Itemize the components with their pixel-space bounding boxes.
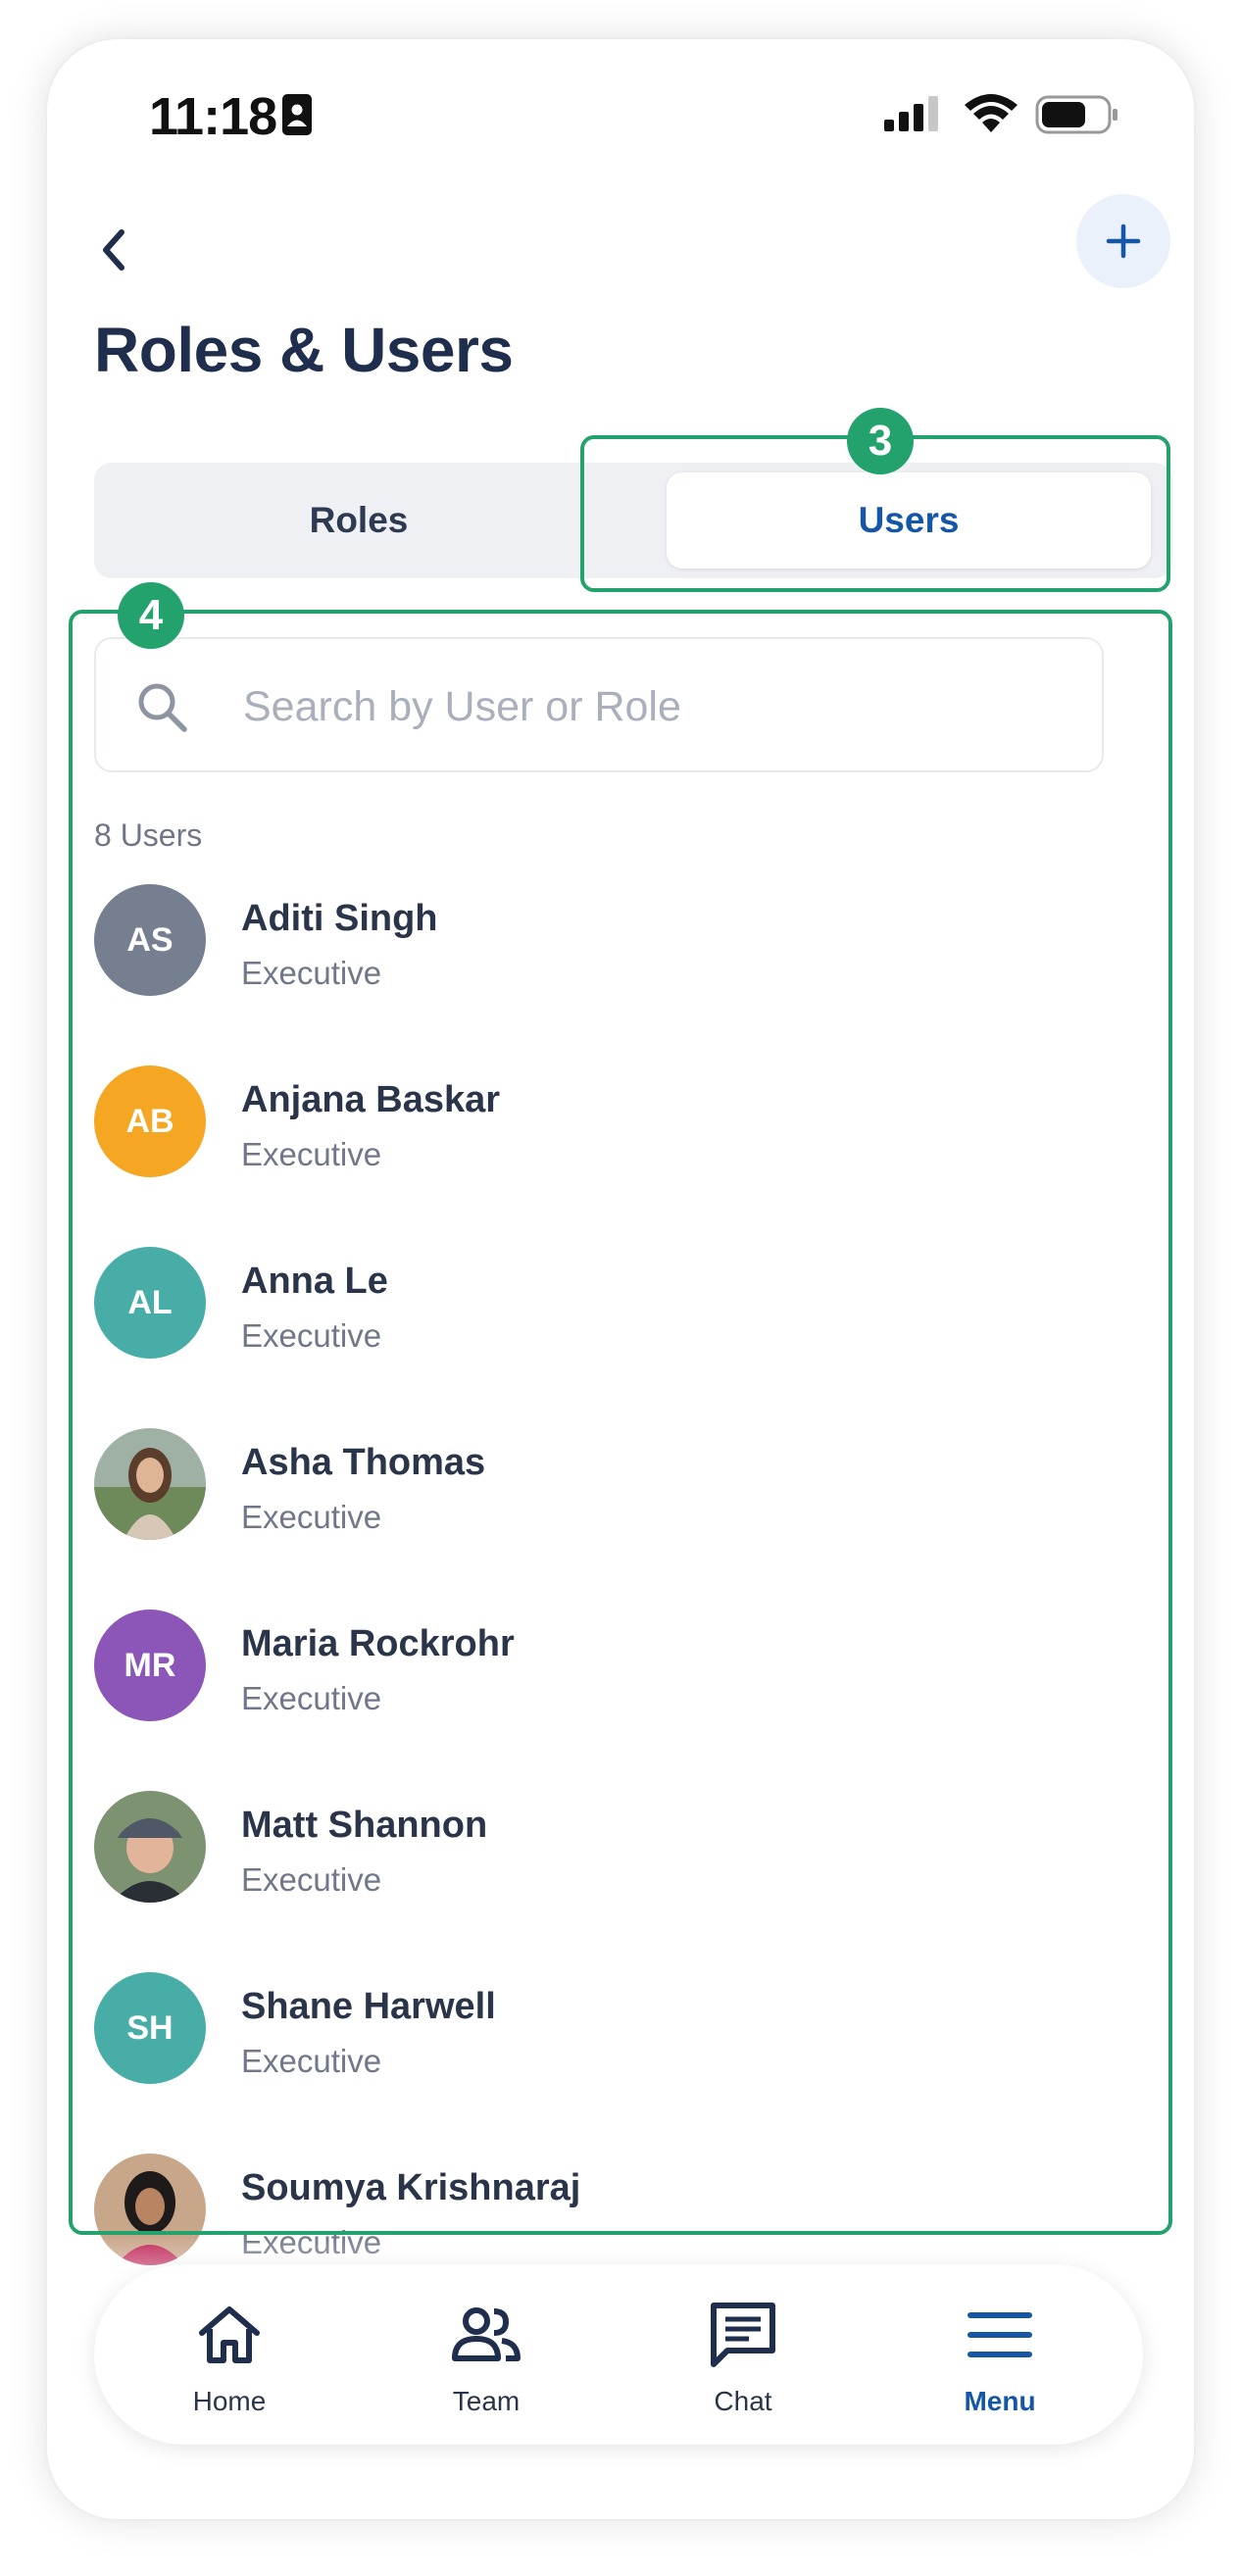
user-role: Executive (241, 1499, 382, 1535)
user-role: Executive (241, 1861, 382, 1898)
avatar: MR (94, 1610, 206, 1721)
callout-badge-3: 3 (847, 408, 914, 474)
page-title: Roles & Users (94, 315, 514, 385)
search-icon (138, 683, 187, 732)
search-input[interactable] (241, 669, 1068, 745)
list-item[interactable]: Matt Shannon Executive (94, 1791, 1133, 1972)
contact-card-icon (282, 94, 312, 140)
back-button[interactable] (94, 221, 153, 289)
user-name: Asha Thomas (241, 1442, 486, 1483)
nav-label: Chat (714, 2386, 772, 2416)
phone-screen: 11:18 Roles & Users Roles Users Search b… (47, 39, 1194, 2519)
wifi-icon (964, 93, 1018, 137)
user-name: Maria Rockrohr (241, 1623, 515, 1664)
bottom-navigation: Home Team Chat Menu (94, 2264, 1143, 2445)
user-name: Matt Shannon (241, 1805, 488, 1846)
team-icon (452, 2307, 521, 2361)
chat-icon (711, 2303, 775, 2367)
avatar: AB (94, 1065, 206, 1177)
avatar: AS (94, 884, 206, 996)
user-role: Executive (241, 955, 382, 991)
status-time: 11:18 (149, 87, 277, 146)
user-name: Shane Harwell (241, 1986, 496, 2027)
user-role: Executive (241, 1680, 382, 1716)
avatar: SH (94, 1972, 206, 2084)
segmented-tab-bar: Roles Users (94, 463, 1172, 578)
menu-icon (968, 2312, 1032, 2357)
nav-item-menu[interactable]: Menu (902, 2264, 1098, 2445)
tab-users[interactable]: Users (667, 472, 1151, 569)
user-name: Soumya Krishnaraj (241, 2167, 581, 2208)
user-name: Anjana Baskar (241, 1079, 501, 1120)
nav-label: Team (452, 2386, 521, 2416)
user-name: Aditi Singh (241, 898, 438, 939)
nav-item-chat[interactable]: Chat (645, 2264, 841, 2445)
nav-label: Menu (964, 2386, 1036, 2416)
list-item[interactable]: AS Aditi Singh Executive (94, 884, 1133, 1065)
plus-icon (1106, 223, 1141, 259)
user-role: Executive (241, 1136, 382, 1172)
nav-label: Home (192, 2386, 267, 2416)
callout-badge-4: 4 (118, 582, 184, 649)
nav-item-team[interactable]: Team (388, 2264, 584, 2445)
list-item[interactable]: AB Anjana Baskar Executive (94, 1065, 1133, 1247)
user-role: Executive (241, 1317, 382, 1354)
list-item[interactable]: Asha Thomas Executive (94, 1428, 1133, 1610)
list-item[interactable]: AL Anna Le Executive (94, 1247, 1133, 1428)
list-item[interactable]: SH Shane Harwell Executive (94, 1972, 1133, 2154)
tab-roles[interactable]: Roles (94, 463, 623, 578)
add-button[interactable] (1076, 194, 1170, 288)
search-box (94, 637, 1104, 772)
user-count: 8 Users (94, 817, 203, 853)
list-item[interactable]: MR Maria Rockrohr Executive (94, 1610, 1133, 1791)
avatar-photo (94, 1428, 206, 1540)
battery-icon (1035, 95, 1119, 139)
avatar: AL (94, 1247, 206, 1359)
chevron-left-icon (103, 229, 124, 271)
user-role: Executive (241, 2043, 382, 2079)
nav-item-home[interactable]: Home (131, 2264, 327, 2445)
avatar-photo (94, 1791, 206, 1903)
user-name: Anna Le (241, 1261, 388, 1302)
cellular-signal-icon (884, 96, 943, 136)
home-icon (199, 2306, 260, 2363)
